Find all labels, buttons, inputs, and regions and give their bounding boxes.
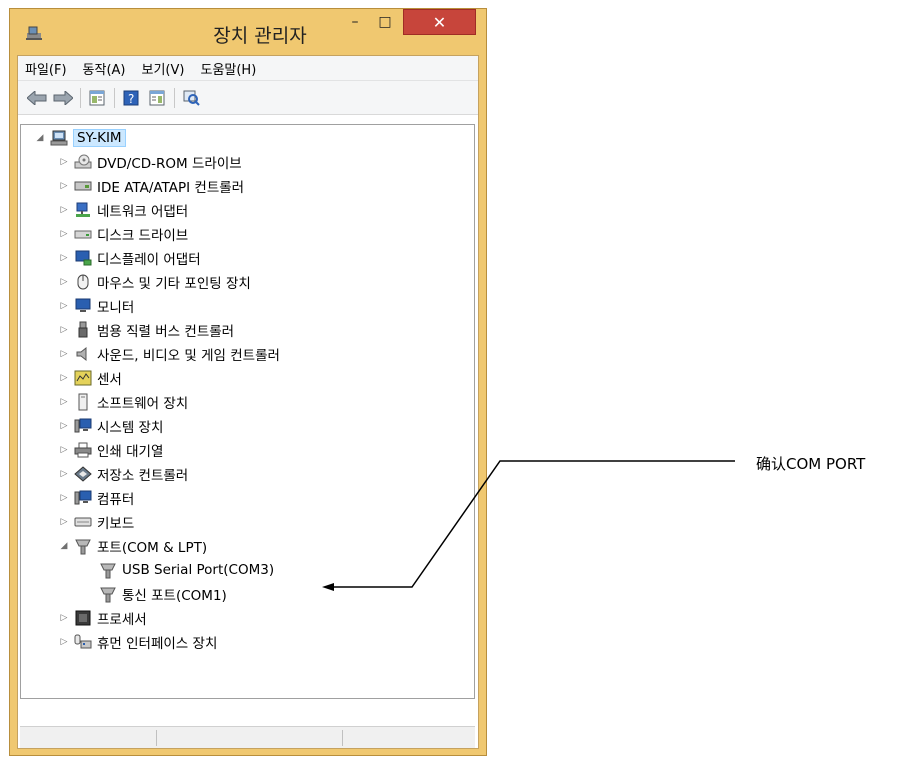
annotation-label: 确认COM PORT bbox=[756, 455, 866, 473]
annotation-arrow bbox=[322, 460, 735, 591]
